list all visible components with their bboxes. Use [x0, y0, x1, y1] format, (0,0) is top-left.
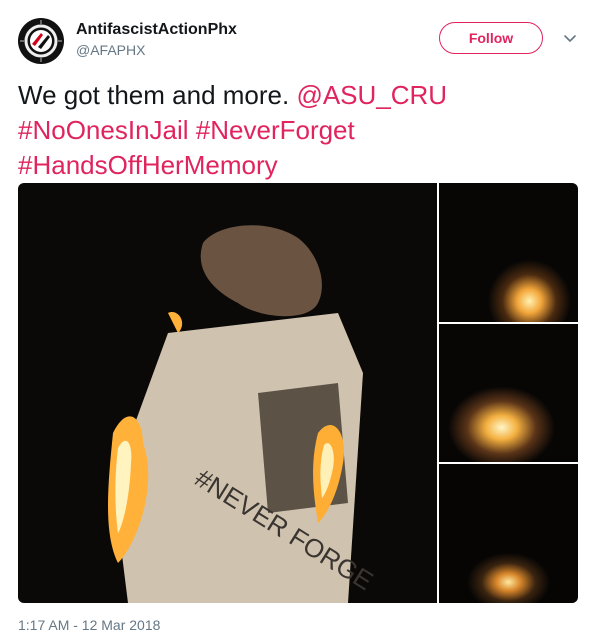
tweet-text: We got them and more. @ASU_CRU #NoOnesIn… — [18, 78, 578, 183]
follow-button[interactable]: Follow — [439, 22, 543, 54]
chevron-down-icon[interactable] — [560, 28, 580, 48]
media-photo-main[interactable]: #NEVER FORGE — [18, 183, 437, 603]
author-display-name[interactable]: AntifascistActionPhx — [76, 21, 237, 39]
mention-link[interactable]: @ASU_CRU — [296, 80, 447, 110]
hashtag-link[interactable]: #NoOnesInJail — [18, 115, 189, 145]
media-photo-2[interactable] — [439, 183, 578, 322]
media-photo-3[interactable] — [439, 324, 578, 462]
tweet-timestamp[interactable]: 1:17 AM - 12 Mar 2018 — [18, 617, 160, 633]
hashtag-link[interactable]: #HandsOffHerMemory — [18, 150, 278, 180]
antifa-logo-icon — [19, 19, 63, 63]
hashtag-link[interactable]: #NeverForget — [196, 115, 355, 145]
media-photo-4[interactable] — [439, 464, 578, 603]
tweet-text-plain: We got them and more. — [18, 80, 297, 110]
media-grid: #NEVER FORGE — [18, 183, 578, 603]
avatar[interactable] — [18, 18, 64, 64]
burning-paper-image: #NEVER FORGE — [108, 225, 378, 603]
author-handle[interactable]: @AFAPHX — [76, 42, 145, 58]
